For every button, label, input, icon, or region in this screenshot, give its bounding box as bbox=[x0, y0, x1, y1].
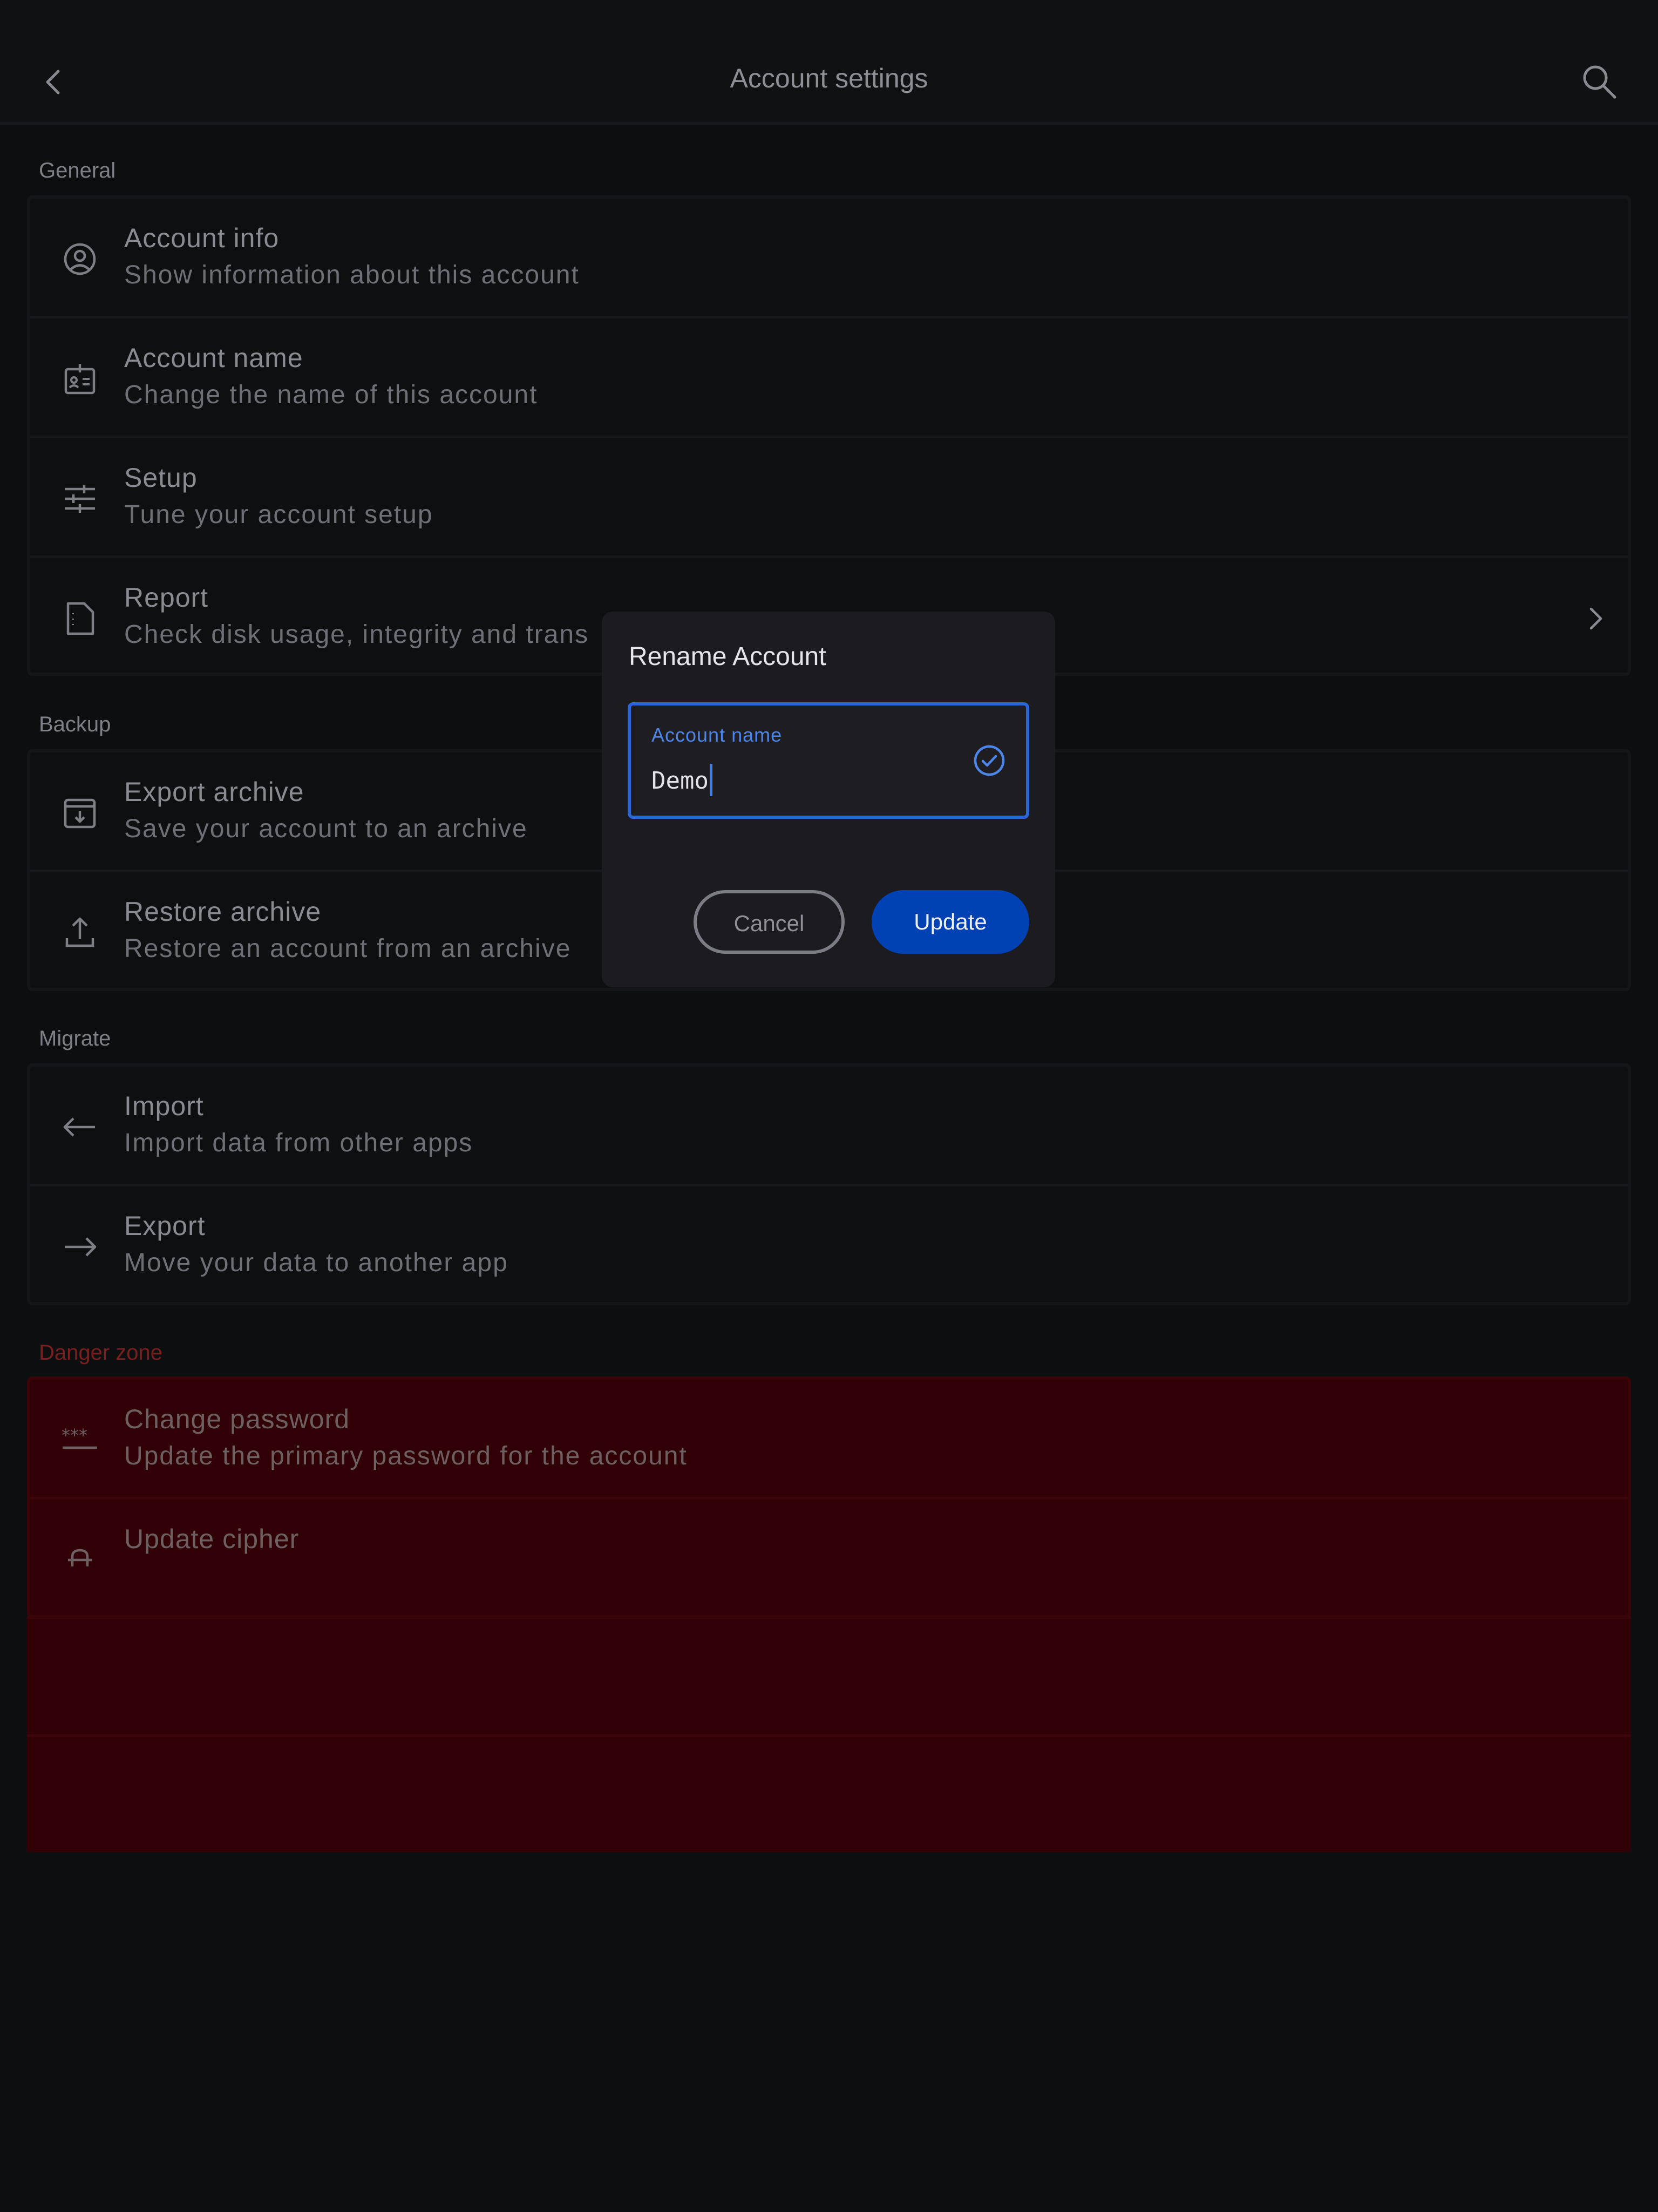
item-title: Export archive bbox=[124, 777, 304, 807]
section-label-general: General bbox=[39, 159, 116, 182]
section-label-migrate: Migrate bbox=[39, 1027, 111, 1050]
item-subtitle: Save your account to an archive bbox=[124, 815, 528, 843]
field-value-row[interactable]: Demo bbox=[651, 764, 712, 796]
svg-text:***: *** bbox=[62, 1425, 87, 1446]
chevron-right-icon bbox=[1585, 603, 1606, 634]
rename-account-dialog: Rename Account Account name Demo Cancel … bbox=[602, 612, 1055, 987]
settings-item-import[interactable]: Import Import data from other apps bbox=[30, 1067, 1628, 1186]
item-title: Account info bbox=[124, 223, 280, 253]
settings-group-danger-zone: *** Change password Update the primary p… bbox=[27, 1376, 1631, 1618]
tune-sliders-icon bbox=[58, 477, 101, 520]
settings-item-update-cipher[interactable]: Update cipher bbox=[30, 1499, 1628, 1619]
arrow-right-icon bbox=[58, 1225, 101, 1268]
field-label: Account name bbox=[651, 724, 783, 746]
settings-group-migrate: Import Import data from other apps Expor… bbox=[27, 1063, 1631, 1305]
password-icon: *** bbox=[58, 1419, 101, 1462]
section-label-danger-zone: Danger zone bbox=[39, 1341, 163, 1365]
cancel-button[interactable]: Cancel bbox=[694, 890, 845, 954]
item-title: Setup bbox=[124, 463, 198, 493]
archive-download-icon bbox=[58, 791, 101, 834]
settings-item-export[interactable]: Export Move your data to another app bbox=[30, 1186, 1628, 1306]
item-subtitle: Tune your account setup bbox=[124, 500, 433, 529]
item-title: Import bbox=[124, 1091, 204, 1121]
update-button[interactable]: Update bbox=[872, 890, 1029, 954]
item-subtitle: Show information about this account bbox=[124, 261, 580, 289]
lock-icon bbox=[58, 1538, 101, 1582]
item-subtitle: Update the primary password for the acco… bbox=[124, 1442, 688, 1470]
field-value[interactable]: Demo bbox=[651, 767, 709, 795]
item-subtitle: Check disk usage, integrity and trans bbox=[124, 620, 589, 649]
item-title: Report bbox=[124, 582, 209, 613]
check-circle-icon bbox=[972, 743, 1007, 778]
danger-zone-extension bbox=[27, 1616, 1631, 1852]
app-bar: Account settings bbox=[0, 0, 1658, 125]
page-title: Account settings bbox=[730, 63, 928, 93]
item-title: Change password bbox=[124, 1404, 350, 1434]
text-caret bbox=[709, 764, 712, 796]
search-icon[interactable] bbox=[1580, 63, 1619, 101]
dialog-title: Rename Account bbox=[629, 642, 826, 671]
item-subtitle: Change the name of this account bbox=[124, 381, 538, 409]
item-subtitle: Restore an account from an archive bbox=[124, 934, 572, 963]
settings-item-setup[interactable]: Setup Tune your account setup bbox=[30, 438, 1628, 558]
upload-icon bbox=[58, 911, 101, 954]
item-title: Account name bbox=[124, 343, 303, 373]
badge-icon bbox=[58, 357, 101, 401]
divider bbox=[27, 1734, 1631, 1737]
arrow-left-icon bbox=[58, 1105, 101, 1149]
item-subtitle: Move your data to another app bbox=[124, 1249, 508, 1277]
settings-item-account-info[interactable]: Account info Show information about this… bbox=[30, 199, 1628, 318]
report-document-icon bbox=[58, 597, 101, 640]
settings-item-change-password[interactable]: *** Change password Update the primary p… bbox=[30, 1380, 1628, 1499]
account-name-field[interactable]: Account name Demo bbox=[628, 702, 1029, 819]
item-title: Restore archive bbox=[124, 897, 322, 927]
settings-item-account-name[interactable]: Account name Change the name of this acc… bbox=[30, 318, 1628, 438]
item-subtitle: Import data from other apps bbox=[124, 1129, 473, 1157]
section-label-backup: Backup bbox=[39, 713, 111, 736]
settings-group-general: Account info Show information about this… bbox=[27, 195, 1631, 676]
item-title: Export bbox=[124, 1211, 206, 1241]
account-circle-icon bbox=[58, 238, 101, 281]
item-title: Update cipher bbox=[124, 1524, 300, 1554]
